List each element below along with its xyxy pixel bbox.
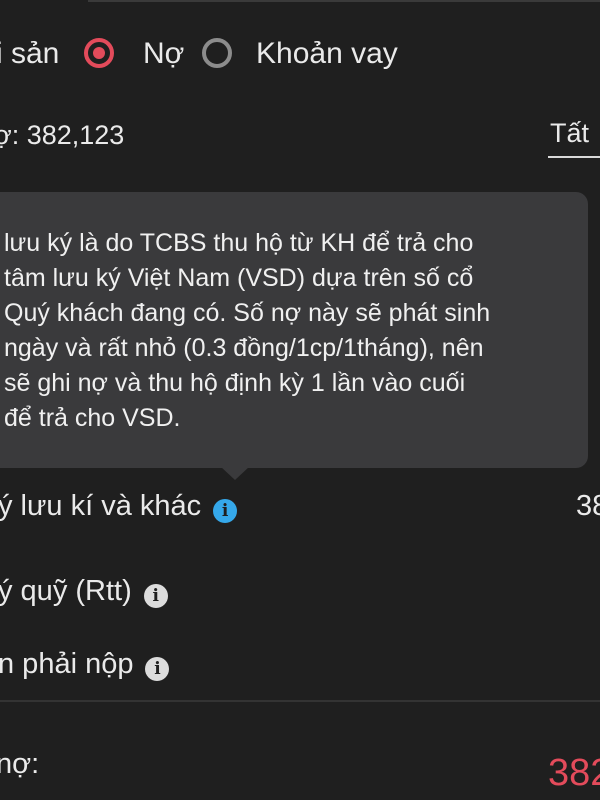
top-divider: [88, 0, 600, 2]
tab-loan-label[interactable]: Khoản vay: [256, 34, 398, 74]
row-margin-deposit: ý quỹ (Rtt): [0, 575, 168, 608]
filter-dropdown[interactable]: Tất: [550, 118, 589, 149]
total-debt-text: ợ: 382,123: [0, 120, 125, 150]
row-label: n phải nộp: [0, 648, 134, 680]
tooltip-arrow: [220, 466, 250, 480]
info-tooltip: lưu ký là do TCBS thu hộ từ KH để trả ch…: [0, 192, 588, 468]
row-custody-fee: ý lưu kí và khác: [0, 490, 238, 523]
filter-underline: [548, 156, 600, 158]
info-icon[interactable]: [143, 583, 168, 608]
footer-divider: [0, 700, 600, 702]
tooltip-line: ngày và rất nhỏ (0.3 đồng/1cp/1tháng), n…: [4, 334, 484, 362]
tooltip-line: sẽ ghi nợ và thu hộ định kỳ 1 lần vào cu…: [4, 369, 466, 397]
total-label: nợ:: [0, 748, 40, 780]
row-label: ý quỹ (Rtt): [0, 575, 132, 607]
tab-debt-label[interactable]: Nợ: [143, 34, 184, 74]
info-icon[interactable]: [213, 498, 238, 523]
tooltip-line: tâm lưu ký Việt Nam (VSD) dựa trên số cổ: [4, 264, 474, 292]
tooltip-line: để trả cho VSD.: [4, 404, 181, 432]
row-value: 38: [576, 490, 600, 522]
tooltip-line: lưu ký là do TCBS thu hộ từ KH để trả ch…: [4, 229, 474, 257]
info-icon[interactable]: [145, 656, 170, 681]
radio-debt-selected[interactable]: [84, 38, 114, 68]
row-label: ý lưu kí và khác: [0, 490, 202, 522]
tab-asset-label[interactable]: i sản: [0, 34, 59, 74]
total-value: 382: [548, 752, 600, 794]
row-payable: n phải nộp: [0, 648, 170, 681]
radio-loan[interactable]: [202, 38, 232, 68]
tooltip-line: Quý khách đang có. Số nợ này sẽ phát sin…: [4, 299, 491, 327]
